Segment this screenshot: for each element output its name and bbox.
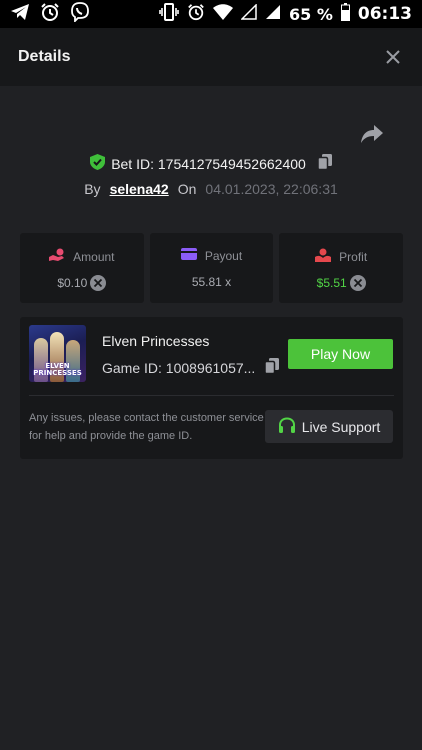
game-thumbnail[interactable]: ELVEN PRINCESSES: [29, 325, 86, 382]
stat-label: Amount: [73, 249, 115, 264]
bet-id-row: Bet ID: 1754127549452662400: [0, 154, 422, 173]
alarm-icon: [40, 2, 60, 26]
copy-game-id-button[interactable]: [264, 358, 280, 377]
game-name: Elven Princesses: [102, 333, 210, 349]
help-text: Any issues, please contact the customer …: [29, 412, 264, 442]
profit-icon: [315, 248, 332, 265]
close-button[interactable]: [374, 38, 412, 76]
on-label: On: [177, 181, 197, 197]
bet-meta-row: By selena42 On 04.01.2023, 22:06:31: [0, 181, 422, 197]
hand-coin-icon: [49, 248, 65, 265]
viber-icon: [70, 2, 90, 26]
share-icon: [361, 125, 383, 143]
shield-check-icon: [90, 154, 106, 173]
game-id-row: Game ID: 1008961057...: [102, 358, 280, 377]
signal-icon: [265, 4, 281, 24]
copy-icon: [317, 154, 332, 171]
live-support-button[interactable]: Live Support: [265, 410, 393, 443]
share-button[interactable]: [360, 124, 386, 146]
vibrate-icon: [159, 3, 179, 25]
clock: 06:13: [357, 4, 412, 24]
currency-icon: [90, 275, 107, 291]
card-icon: [180, 248, 197, 263]
game-id: Game ID: 1008961057...: [102, 359, 256, 376]
stat-label: Payout: [204, 248, 243, 263]
stat-value: $0.10: [57, 276, 88, 290]
game-panel: ELVEN PRINCESSES Elven Princesses Game I…: [20, 317, 403, 459]
stat-value: $5.51: [316, 276, 347, 290]
stat-card-payout: Payout 55.81 x: [149, 233, 274, 303]
by-label: By: [84, 181, 101, 197]
status-bar: 65 % 06:13: [0, 0, 422, 28]
battery-percent: 65 %: [289, 4, 333, 24]
stat-value: 55.81 x: [191, 275, 232, 289]
copy-bet-id-button[interactable]: [317, 154, 332, 173]
stat-label: Profit: [339, 249, 368, 264]
wifi-icon: [213, 4, 233, 24]
bet-id: Bet ID: 1754127549452662400: [111, 155, 306, 172]
username-link[interactable]: selena42: [110, 181, 169, 197]
page-title: Details: [18, 48, 71, 65]
stat-card-amount: Amount $0.10: [20, 233, 144, 303]
stat-card-profit: Profit $5.51: [279, 233, 404, 303]
copy-icon: [264, 358, 280, 375]
divider: [29, 395, 394, 396]
bet-date: 04.01.2023, 22:06:31: [205, 181, 338, 197]
alarm-icon: [187, 3, 205, 25]
close-icon: [386, 50, 400, 64]
signal-icon: [240, 3, 257, 24]
telegram-icon: [10, 3, 30, 25]
headset-icon: [278, 416, 296, 437]
bet-stats: Amount $0.10 Payout 55.81 x Profit $5.51: [20, 233, 404, 303]
live-support-label: Live Support: [301, 418, 381, 435]
battery-icon: [340, 3, 350, 25]
play-now-button[interactable]: Play Now: [288, 339, 393, 369]
header: Details: [0, 28, 422, 86]
currency-icon: [349, 275, 366, 291]
